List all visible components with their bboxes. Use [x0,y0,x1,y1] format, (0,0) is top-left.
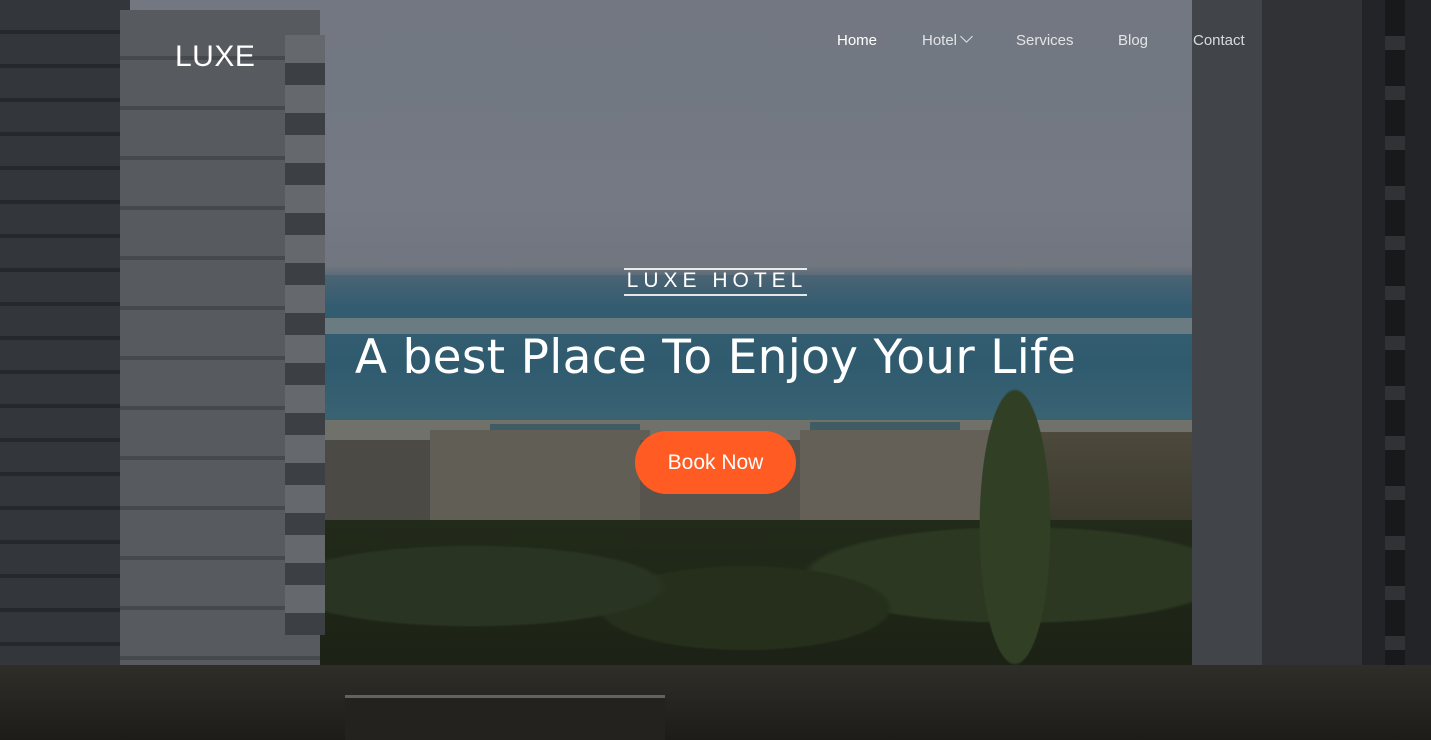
hero-eyebrow: LUXE HOTEL [0,268,1431,296]
hero-headline: A best Place To Enjoy Your Life [354,330,1077,385]
nav-item-contact[interactable]: Contact [1193,31,1245,51]
book-now-button[interactable]: Book Now [635,431,796,494]
nav-item-blog[interactable]: Blog [1118,31,1148,51]
nav-item-home[interactable]: Home [837,31,877,51]
hero-section: LUXE Home Hotel Services Blog Contact LU… [0,0,1431,740]
hero-eyebrow-text: LUXE HOTEL [623,268,808,296]
nav-item-hotel[interactable]: Hotel [922,30,973,51]
nav-item-services[interactable]: Services [1016,31,1074,51]
chevron-down-icon [960,30,973,43]
nav-item-hotel-label: Hotel [922,32,958,49]
main-nav: Home Hotel Services Blog Contact [0,30,1431,51]
